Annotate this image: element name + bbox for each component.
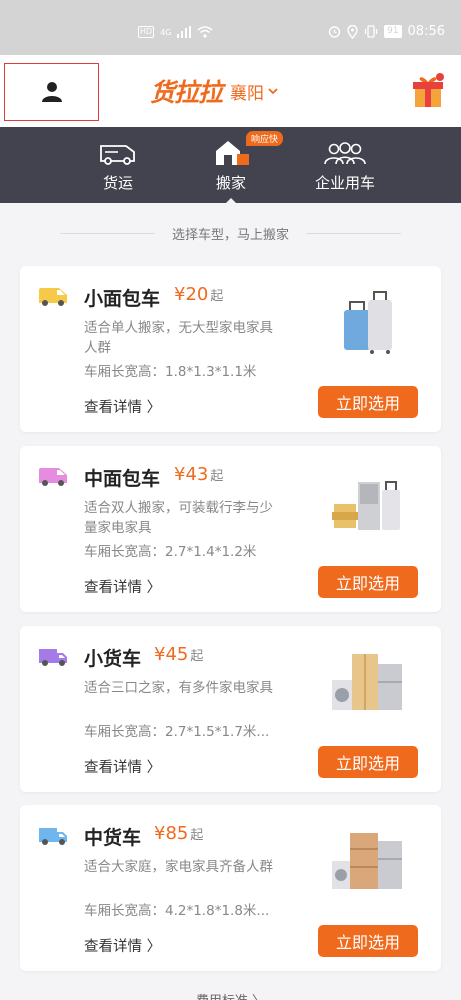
vehicle-name: 小面包车: [84, 288, 161, 310]
wifi-icon: [197, 26, 213, 38]
fast-response-badge: 响应快: [246, 131, 284, 146]
view-details-link[interactable]: 查看详情 〉: [84, 756, 161, 777]
tab-freight[interactable]: 货运: [80, 127, 156, 203]
hd-indicator: HD: [138, 26, 155, 38]
medium-truck-icon: [39, 828, 67, 845]
brand-logo: 货拉拉: [150, 78, 223, 107]
battery-indicator: 91: [384, 25, 402, 38]
chevron-down-icon: [268, 88, 278, 95]
alarm-icon: [328, 26, 341, 38]
small-van-icon: [39, 288, 67, 306]
tab-label: 货运: [102, 174, 133, 192]
service-tab-bar: 货运 响应快 搬家 企业用车: [0, 127, 461, 204]
gift-icon[interactable]: [411, 71, 445, 109]
vehicle-name: 中货车: [84, 827, 142, 849]
vehicle-price: ¥20 起: [174, 284, 224, 305]
vehicle-dimensions: 车厢长宽高：2.7*1.5*1.7米...: [84, 724, 270, 740]
select-now-button[interactable]: 立即选用: [318, 386, 418, 418]
vehicle-price: ¥85 起: [154, 823, 204, 844]
user-icon: [41, 82, 62, 102]
select-now-button[interactable]: 立即选用: [318, 925, 418, 957]
location-icon: [347, 24, 358, 39]
vehicle-description: 适合三口之家，有多件家电家具: [84, 680, 273, 696]
van-outline-icon: [100, 145, 135, 165]
status-bar: HD 4G 91 08:56: [0, 0, 461, 55]
app-header: 货拉拉 襄阳: [0, 55, 461, 127]
clock: 08:56: [407, 24, 445, 39]
pricing-standard-link[interactable]: 费用标准 〉: [0, 990, 461, 1000]
medium-van-icon: [39, 468, 67, 486]
vehicle-dimensions: 车厢长宽高：2.7*1.4*1.2米: [84, 544, 257, 560]
view-details-link[interactable]: 查看详情 〉: [84, 396, 161, 417]
vehicle-card-small-van[interactable]: 小面包车 ¥20 起 适合单人搬家，无大型家电家具人群 车厢长宽高：1.8*1.3…: [20, 266, 441, 432]
vehicle-card-medium-van[interactable]: 中面包车 ¥43 起 适合双人搬家，可装载行李与少量家电家具 车厢长宽高：2.7*…: [20, 446, 441, 612]
vehicle-description: 适合大家庭，家电家具齐备人群: [84, 859, 273, 875]
tab-label: 企业用车: [314, 174, 375, 192]
section-subtitle: 选择车型，马上搬家: [0, 224, 461, 243]
tab-label: 搬家: [215, 174, 246, 192]
vehicle-description: 适合单人搬家，无大型家电家具人群: [84, 320, 273, 356]
vehicle-description: 适合双人搬家，可装载行李与少量家电家具: [84, 500, 273, 536]
vehicle-price: ¥43 起: [174, 464, 224, 485]
vehicle-dimensions: 车厢长宽高：4.2*1.8*1.8米...: [84, 903, 270, 919]
small-truck-icon: [39, 649, 67, 666]
user-profile-button[interactable]: [4, 63, 99, 121]
tab-moving[interactable]: 响应快 搬家: [193, 127, 284, 204]
signal-icon: [177, 26, 192, 38]
luggage-illustration: [344, 291, 392, 354]
view-details-link[interactable]: 查看详情 〉: [84, 576, 161, 597]
brand-city-selector[interactable]: 货拉拉 襄阳: [150, 73, 278, 109]
select-now-button[interactable]: 立即选用: [318, 746, 418, 778]
group-icon: [324, 142, 366, 165]
vibrate-icon: [364, 25, 378, 38]
vehicle-card-medium-truck[interactable]: 中货车 ¥85 起 适合大家庭，家电家具齐备人群 车厢长宽高：4.2*1.8*1.…: [20, 805, 441, 971]
furniture-illustration: [332, 481, 400, 530]
house-icon: [216, 141, 249, 165]
tab-enterprise[interactable]: 企业用车: [300, 127, 390, 203]
appliances-illustration: [332, 654, 402, 710]
vehicle-name: 中面包车: [84, 468, 161, 490]
vehicle-card-small-truck[interactable]: 小货车 ¥45 起 适合三口之家，有多件家电家具 车厢长宽高：2.7*1.5*1.…: [20, 626, 441, 792]
network-type: 4G: [160, 27, 172, 37]
vehicle-price: ¥45 起: [154, 644, 204, 665]
vehicle-dimensions: 车厢长宽高：1.8*1.3*1.1米: [84, 364, 257, 380]
city-label[interactable]: 襄阳: [230, 79, 264, 104]
select-now-button[interactable]: 立即选用: [318, 566, 418, 598]
household-goods-illustration: [332, 833, 402, 889]
vehicle-name: 小货车: [84, 648, 142, 670]
view-details-link[interactable]: 查看详情 〉: [84, 935, 161, 956]
